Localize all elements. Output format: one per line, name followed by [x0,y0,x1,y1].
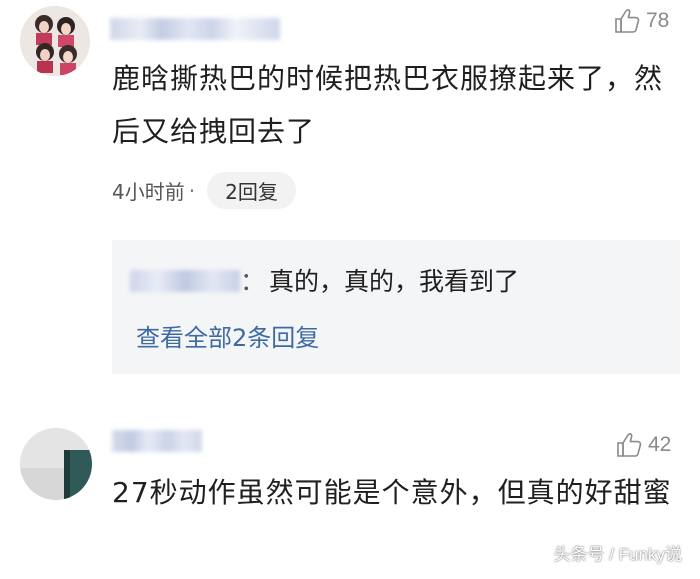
username-blurred[interactable] [112,430,202,452]
watermark: 头条号 / Funky说 [553,545,682,564]
reply-colon: ： [240,267,266,296]
comment-item: 78 鹿晗撕热巴的时候把热巴衣服撩起来了，然后又给拽回去了 4小时前 · 2回复… [0,0,700,400]
comment-time: 4小时前 [112,180,185,204]
comment-text: 27秒动作虽然可能是个意外，但真的好甜蜜 [112,476,672,509]
thumbs-up-icon [615,9,640,33]
avatar-image [20,6,90,76]
view-all-replies-link[interactable]: 查看全部2条回复 [136,318,319,353]
like-button[interactable]: 78 [612,6,669,36]
reply-preview: ： 真的，真的，我看到了 [240,262,519,298]
meta-separator: · [188,178,196,203]
reply-preview-box[interactable]: ： 真的，真的，我看到了 查看全部2条回复 [112,240,680,374]
reply-count-button[interactable]: 2回复 [207,172,296,209]
like-button[interactable]: 42 [614,430,671,460]
avatar[interactable] [20,6,90,76]
avatar[interactable] [20,428,92,500]
avatar-image [20,428,92,500]
like-count: 78 [646,9,670,32]
username-blurred[interactable] [110,18,280,40]
comment-text: 鹿晗撕热巴的时候把热巴衣服撩起来了，然后又给拽回去了 [112,62,664,148]
reply-text: 真的，真的，我看到了 [269,267,520,296]
reply-username-blurred[interactable] [130,270,240,292]
comment-meta: 4小时前 · 2回复 [112,172,296,209]
like-count: 42 [648,433,672,456]
thumbs-up-icon [617,433,642,457]
